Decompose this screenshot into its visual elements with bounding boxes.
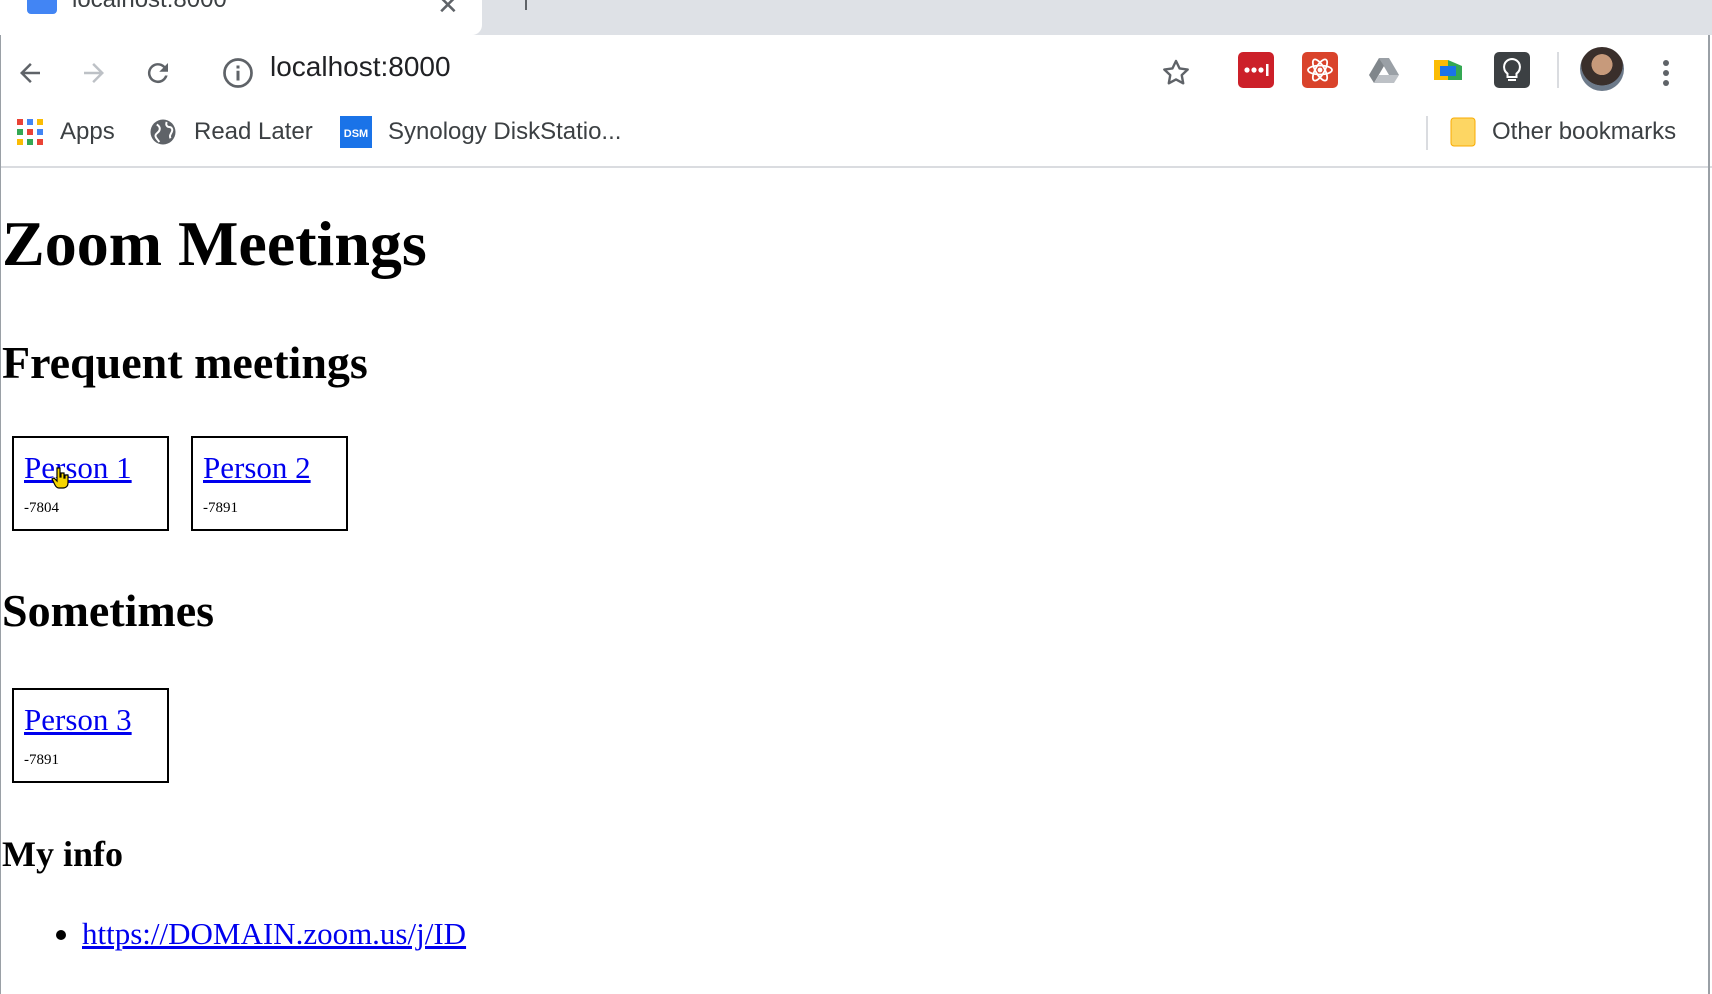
dsm-icon: DSM [340,116,372,148]
google-drive-icon[interactable] [1366,52,1402,88]
meeting-card: Person 1 -7804 [12,436,169,531]
react-devtools-icon[interactable] [1302,52,1338,88]
hand-cursor-icon [51,467,69,489]
browser-tab[interactable]: localhost:8000 ✕ [0,0,482,35]
toolbar-divider [1557,52,1559,88]
close-tab-icon[interactable]: ✕ [437,0,459,21]
browser-toolbar: localhost:8000 Apps Read Later DSM Synol… [0,35,1712,168]
forward-arrow-icon[interactable] [74,53,114,93]
meeting-link-person-3[interactable]: Person 3 [24,702,132,738]
meeting-link-person-1[interactable]: Person 1 [24,450,132,486]
globe-icon [150,119,176,145]
other-bookmarks-label: Other bookmarks [1492,118,1677,145]
meeting-card: Person 3 -7891 [12,688,169,783]
back-arrow-icon[interactable] [10,53,50,93]
section-heading-sometimes: Sometimes [2,585,215,636]
bookmark-synology[interactable]: DSM Synology DiskStatio... [340,114,621,150]
window-border-right [1708,35,1710,994]
bookmark-star-icon[interactable] [1156,53,1196,93]
dsm-badge-text: DSM [344,128,368,140]
zoom-extension-icon[interactable] [1430,52,1466,88]
bookmarks-divider [1426,116,1428,150]
list-item: https://DOMAIN.zoom.us/j/ID [0,912,466,956]
personal-meeting-link[interactable]: https://DOMAIN.zoom.us/j/ID [82,916,466,951]
bookmark-label: Apps [60,118,115,145]
meeting-card: Person 2 -7891 [191,436,348,531]
lastpass-icon[interactable] [1238,52,1274,88]
reload-icon[interactable] [138,53,178,93]
bookmark-label: Synology DiskStatio... [388,118,622,145]
address-bar[interactable]: localhost:8000 [270,51,451,83]
page-content: Zoom Meetings Frequent meetings Person 1… [0,168,1708,994]
other-bookmarks[interactable]: Other bookmarks [1450,114,1676,150]
section-heading-frequent: Frequent meetings [2,337,368,388]
meeting-number: -7804 [24,500,59,516]
section-heading-my-info: My info [2,834,123,874]
bookmark-label: Read Later [194,118,313,145]
tab-strip: localhost:8000 ✕ [0,0,1712,35]
page-title: Zoom Meetings [2,208,427,279]
folder-icon [1450,117,1476,147]
new-tab-button[interactable] [525,0,527,10]
meeting-link-person-2[interactable]: Person 2 [203,450,311,486]
site-info-icon[interactable] [220,55,256,91]
apps-grid-icon [17,119,43,145]
meeting-number: -7891 [203,500,238,516]
tab-title: localhost:8000 [72,0,227,14]
bookmark-read-later[interactable]: Read Later [148,114,313,150]
profile-avatar[interactable] [1580,47,1624,91]
bookmarks-bar: Apps Read Later DSM Synology DiskStatio.… [0,100,1712,168]
meeting-number: -7891 [24,752,59,768]
tab-favicon-icon [27,0,57,14]
bookmark-apps[interactable]: Apps [16,114,115,150]
lightbulb-icon[interactable] [1494,52,1530,88]
my-info-list: https://DOMAIN.zoom.us/j/ID [0,912,466,956]
more-menu-icon[interactable] [1656,55,1676,91]
